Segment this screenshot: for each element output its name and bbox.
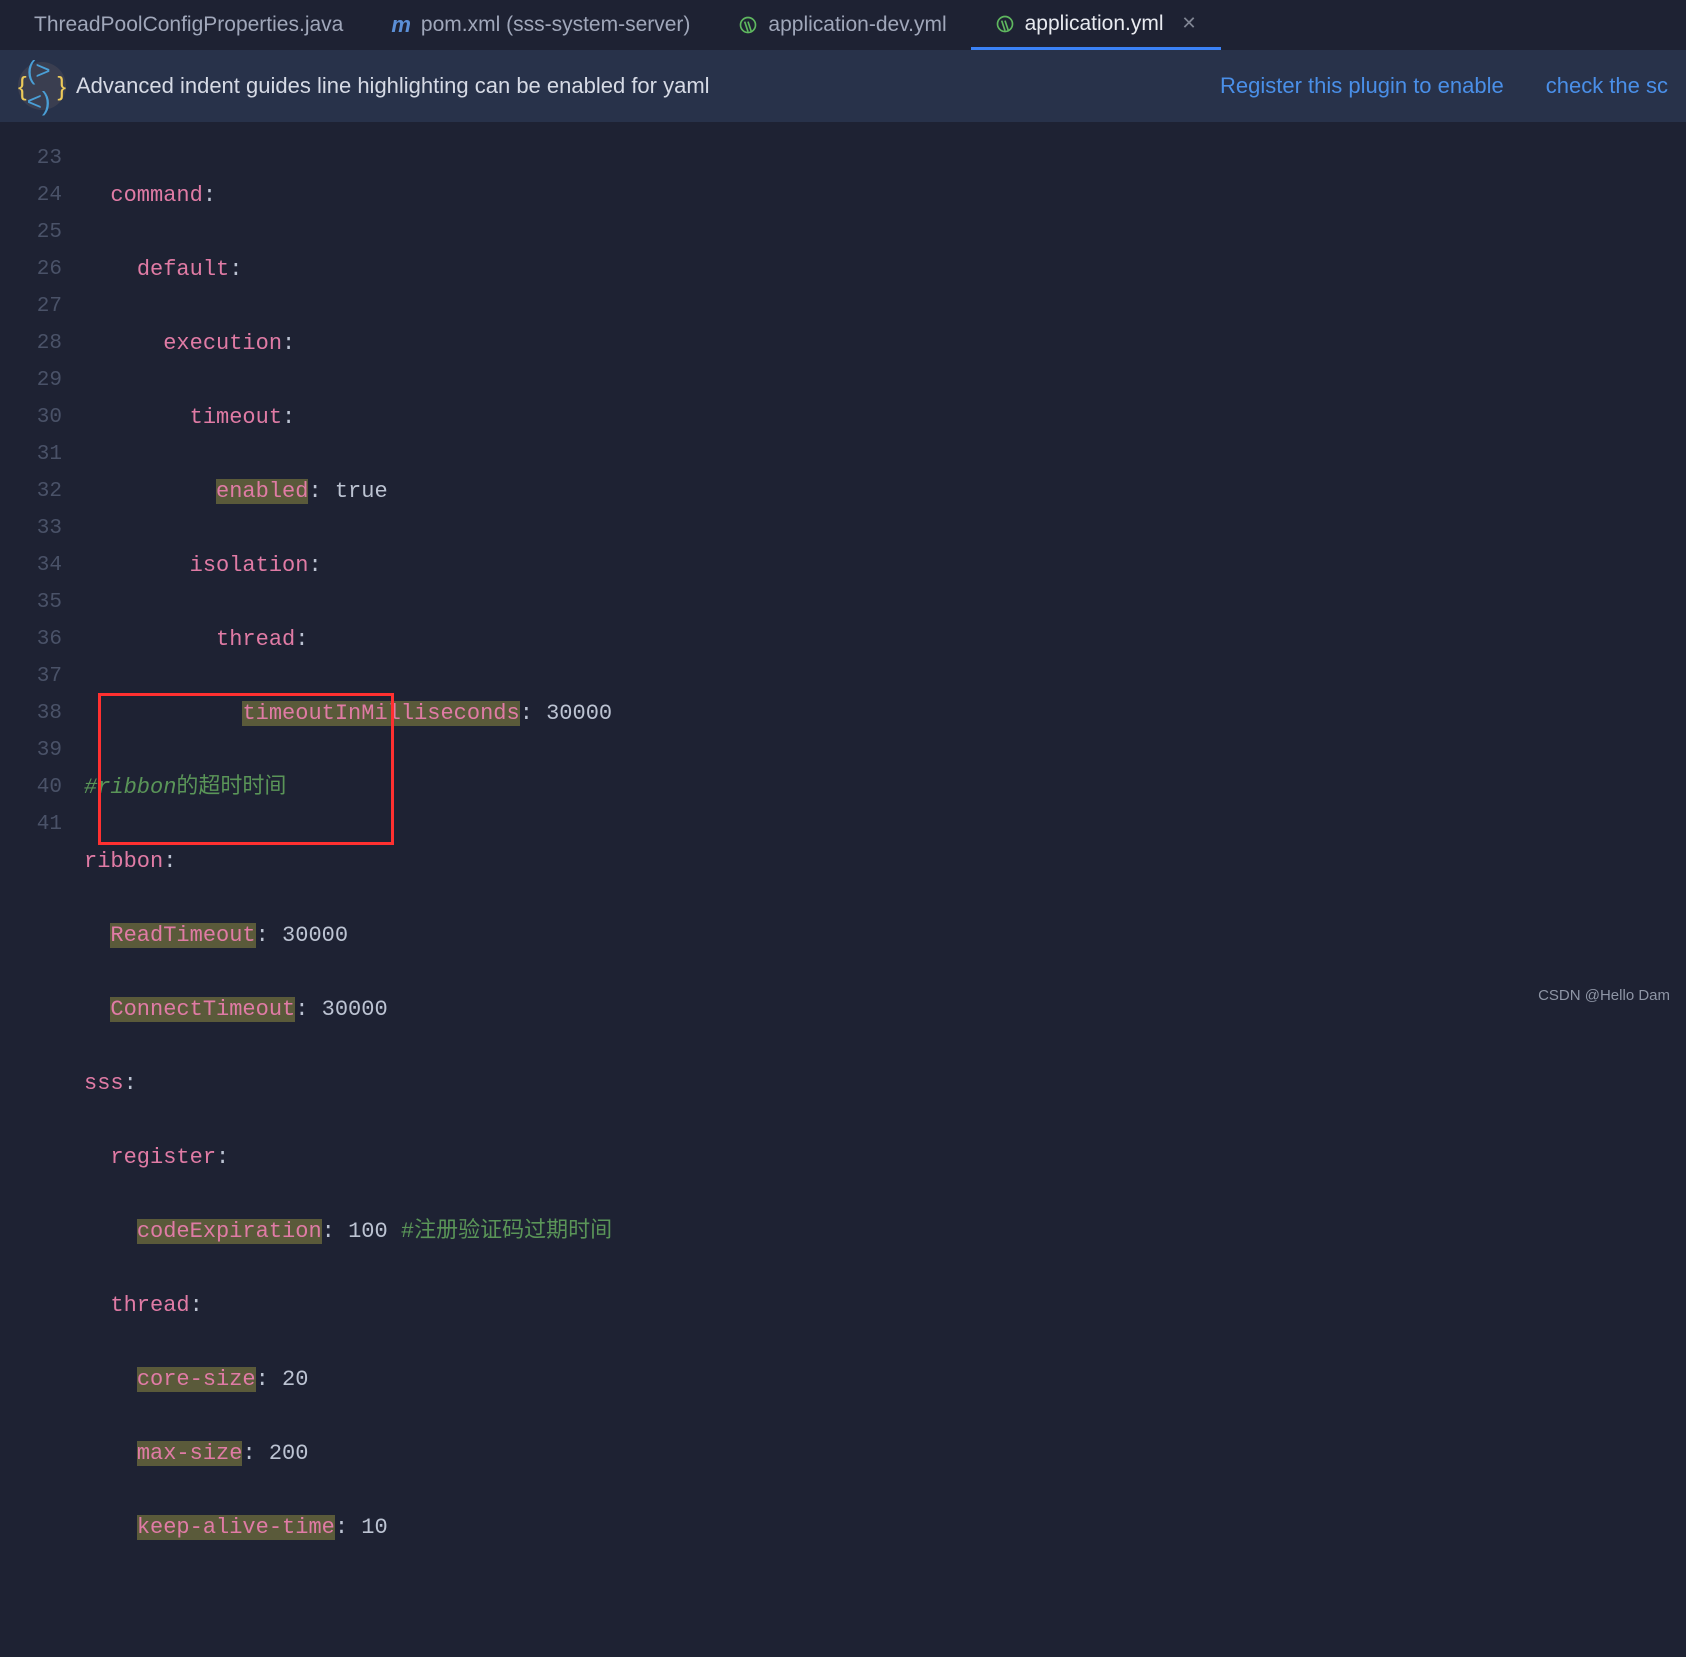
line-number: 34	[0, 547, 62, 584]
line-number: 25	[0, 214, 62, 251]
code-line: core-size: 20	[84, 1361, 612, 1398]
editor-tabs: ThreadPoolConfigProperties.java m pom.xm…	[0, 0, 1686, 50]
code-area[interactable]: command: default: execution: timeout: en…	[78, 140, 612, 1657]
plugin-icon: {(><)}	[18, 62, 66, 110]
code-line: isolation:	[84, 547, 612, 584]
tab-label: application.yml	[1025, 12, 1164, 36]
code-line: ConnectTimeout: 30000	[84, 991, 612, 1028]
code-line: execution:	[84, 325, 612, 362]
line-number: 35	[0, 584, 62, 621]
code-line: default:	[84, 251, 612, 288]
line-number: 26	[0, 251, 62, 288]
watermark: CSDN @Hello Dam	[1538, 987, 1670, 1004]
code-line: timeoutInMilliseconds: 30000	[84, 695, 612, 732]
line-number: 27	[0, 288, 62, 325]
line-number: 23	[0, 140, 62, 177]
plugin-banner: {(><)} Advanced indent guides line highl…	[0, 50, 1686, 122]
line-gutter: 23 24 25 26 27 28 29 30 31 32 33 34 35 3…	[0, 140, 78, 1657]
close-icon[interactable]: ✕	[1182, 13, 1197, 34]
line-number: 32	[0, 473, 62, 510]
code-line: thread:	[84, 621, 612, 658]
tab-pom[interactable]: m pom.xml (sss-system-server)	[367, 0, 714, 50]
yml-icon	[995, 14, 1015, 34]
tab-label: application-dev.yml	[768, 13, 946, 37]
code-line: ribbon:	[84, 843, 612, 880]
check-link[interactable]: check the sc	[1546, 73, 1668, 99]
tab-app-dev-yml[interactable]: application-dev.yml	[714, 0, 970, 50]
register-plugin-link[interactable]: Register this plugin to enable	[1220, 73, 1504, 99]
code-line: keep-alive-time: 10	[84, 1509, 612, 1546]
line-number: 29	[0, 362, 62, 399]
code-line: codeExpiration: 100 #注册验证码过期时间	[84, 1213, 612, 1250]
tab-app-yml[interactable]: application.yml ✕	[971, 0, 1221, 50]
line-number: 30	[0, 399, 62, 436]
code-line: ReadTimeout: 30000	[84, 917, 612, 954]
code-line: thread:	[84, 1287, 612, 1324]
line-number: 40	[0, 769, 62, 806]
code-line: sss:	[84, 1065, 612, 1102]
line-number: 41	[0, 806, 62, 843]
line-number: 28	[0, 325, 62, 362]
tab-label: ThreadPoolConfigProperties.java	[34, 13, 343, 37]
code-line: #ribbon的超时时间	[84, 769, 612, 806]
line-number: 39	[0, 732, 62, 769]
code-line: register:	[84, 1139, 612, 1176]
tab-label: pom.xml (sss-system-server)	[421, 13, 691, 37]
line-number: 24	[0, 177, 62, 214]
line-number: 31	[0, 436, 62, 473]
code-line: command:	[84, 177, 612, 214]
line-number: 37	[0, 658, 62, 695]
code-line: enabled: true	[84, 473, 612, 510]
line-number: 33	[0, 510, 62, 547]
code-editor[interactable]: 23 24 25 26 27 28 29 30 31 32 33 34 35 3…	[0, 122, 1686, 1657]
yml-icon	[738, 15, 758, 35]
tab-threadpool[interactable]: ThreadPoolConfigProperties.java	[0, 0, 367, 50]
banner-text: Advanced indent guides line highlighting…	[76, 73, 1178, 99]
maven-icon: m	[391, 12, 411, 38]
code-line: max-size: 200	[84, 1435, 612, 1472]
line-number: 36	[0, 621, 62, 658]
line-number: 38	[0, 695, 62, 732]
code-line: timeout:	[84, 399, 612, 436]
